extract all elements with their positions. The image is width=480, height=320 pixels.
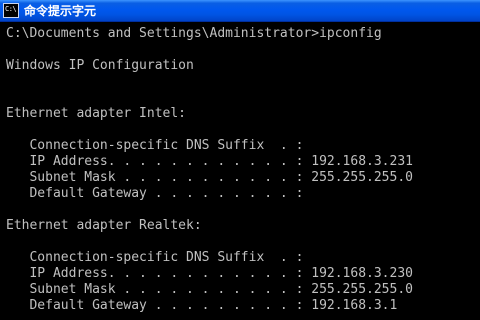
command-prompt-window: C:\ 命令提示字元 C:\Documents and Settings\Adm… <box>0 0 480 320</box>
console-icon-label: C:\ <box>5 5 17 13</box>
console-line-adapter-intel: Ethernet adapter Intel: <box>6 106 187 121</box>
console-line-realtek-subnet-mask: Subnet Mask . . . . . . . . . . . : 255.… <box>6 282 413 297</box>
console-line-realtek-dns-suffix: Connection-specific DNS Suffix . : <box>6 250 304 265</box>
command-prompt-line: C:\Documents and Settings\Administrator>… <box>6 26 382 41</box>
console-line-config-title: Windows IP Configuration <box>6 58 194 73</box>
console-line-intel-subnet-mask: Subnet Mask . . . . . . . . . . . : 255.… <box>6 170 413 185</box>
console-icon[interactable]: C:\ <box>3 3 19 18</box>
console-line-realtek-ip-address: IP Address. . . . . . . . . . . . : 192.… <box>6 266 413 281</box>
console-line-intel-ip-address: IP Address. . . . . . . . . . . . : 192.… <box>6 154 413 169</box>
console-line-intel-dns-suffix: Connection-specific DNS Suffix . : <box>6 138 304 153</box>
console-line-adapter-realtek: Ethernet adapter Realtek: <box>6 218 202 233</box>
title-bar[interactable]: C:\ 命令提示字元 <box>0 0 480 22</box>
window-title: 命令提示字元 <box>24 4 97 18</box>
console-line-realtek-default-gateway: Default Gateway . . . . . . . . . : 192.… <box>6 298 398 313</box>
console-line-intel-default-gateway: Default Gateway . . . . . . . . . : <box>6 186 304 201</box>
console-output[interactable]: C:\Documents and Settings\Administrator>… <box>0 22 480 320</box>
